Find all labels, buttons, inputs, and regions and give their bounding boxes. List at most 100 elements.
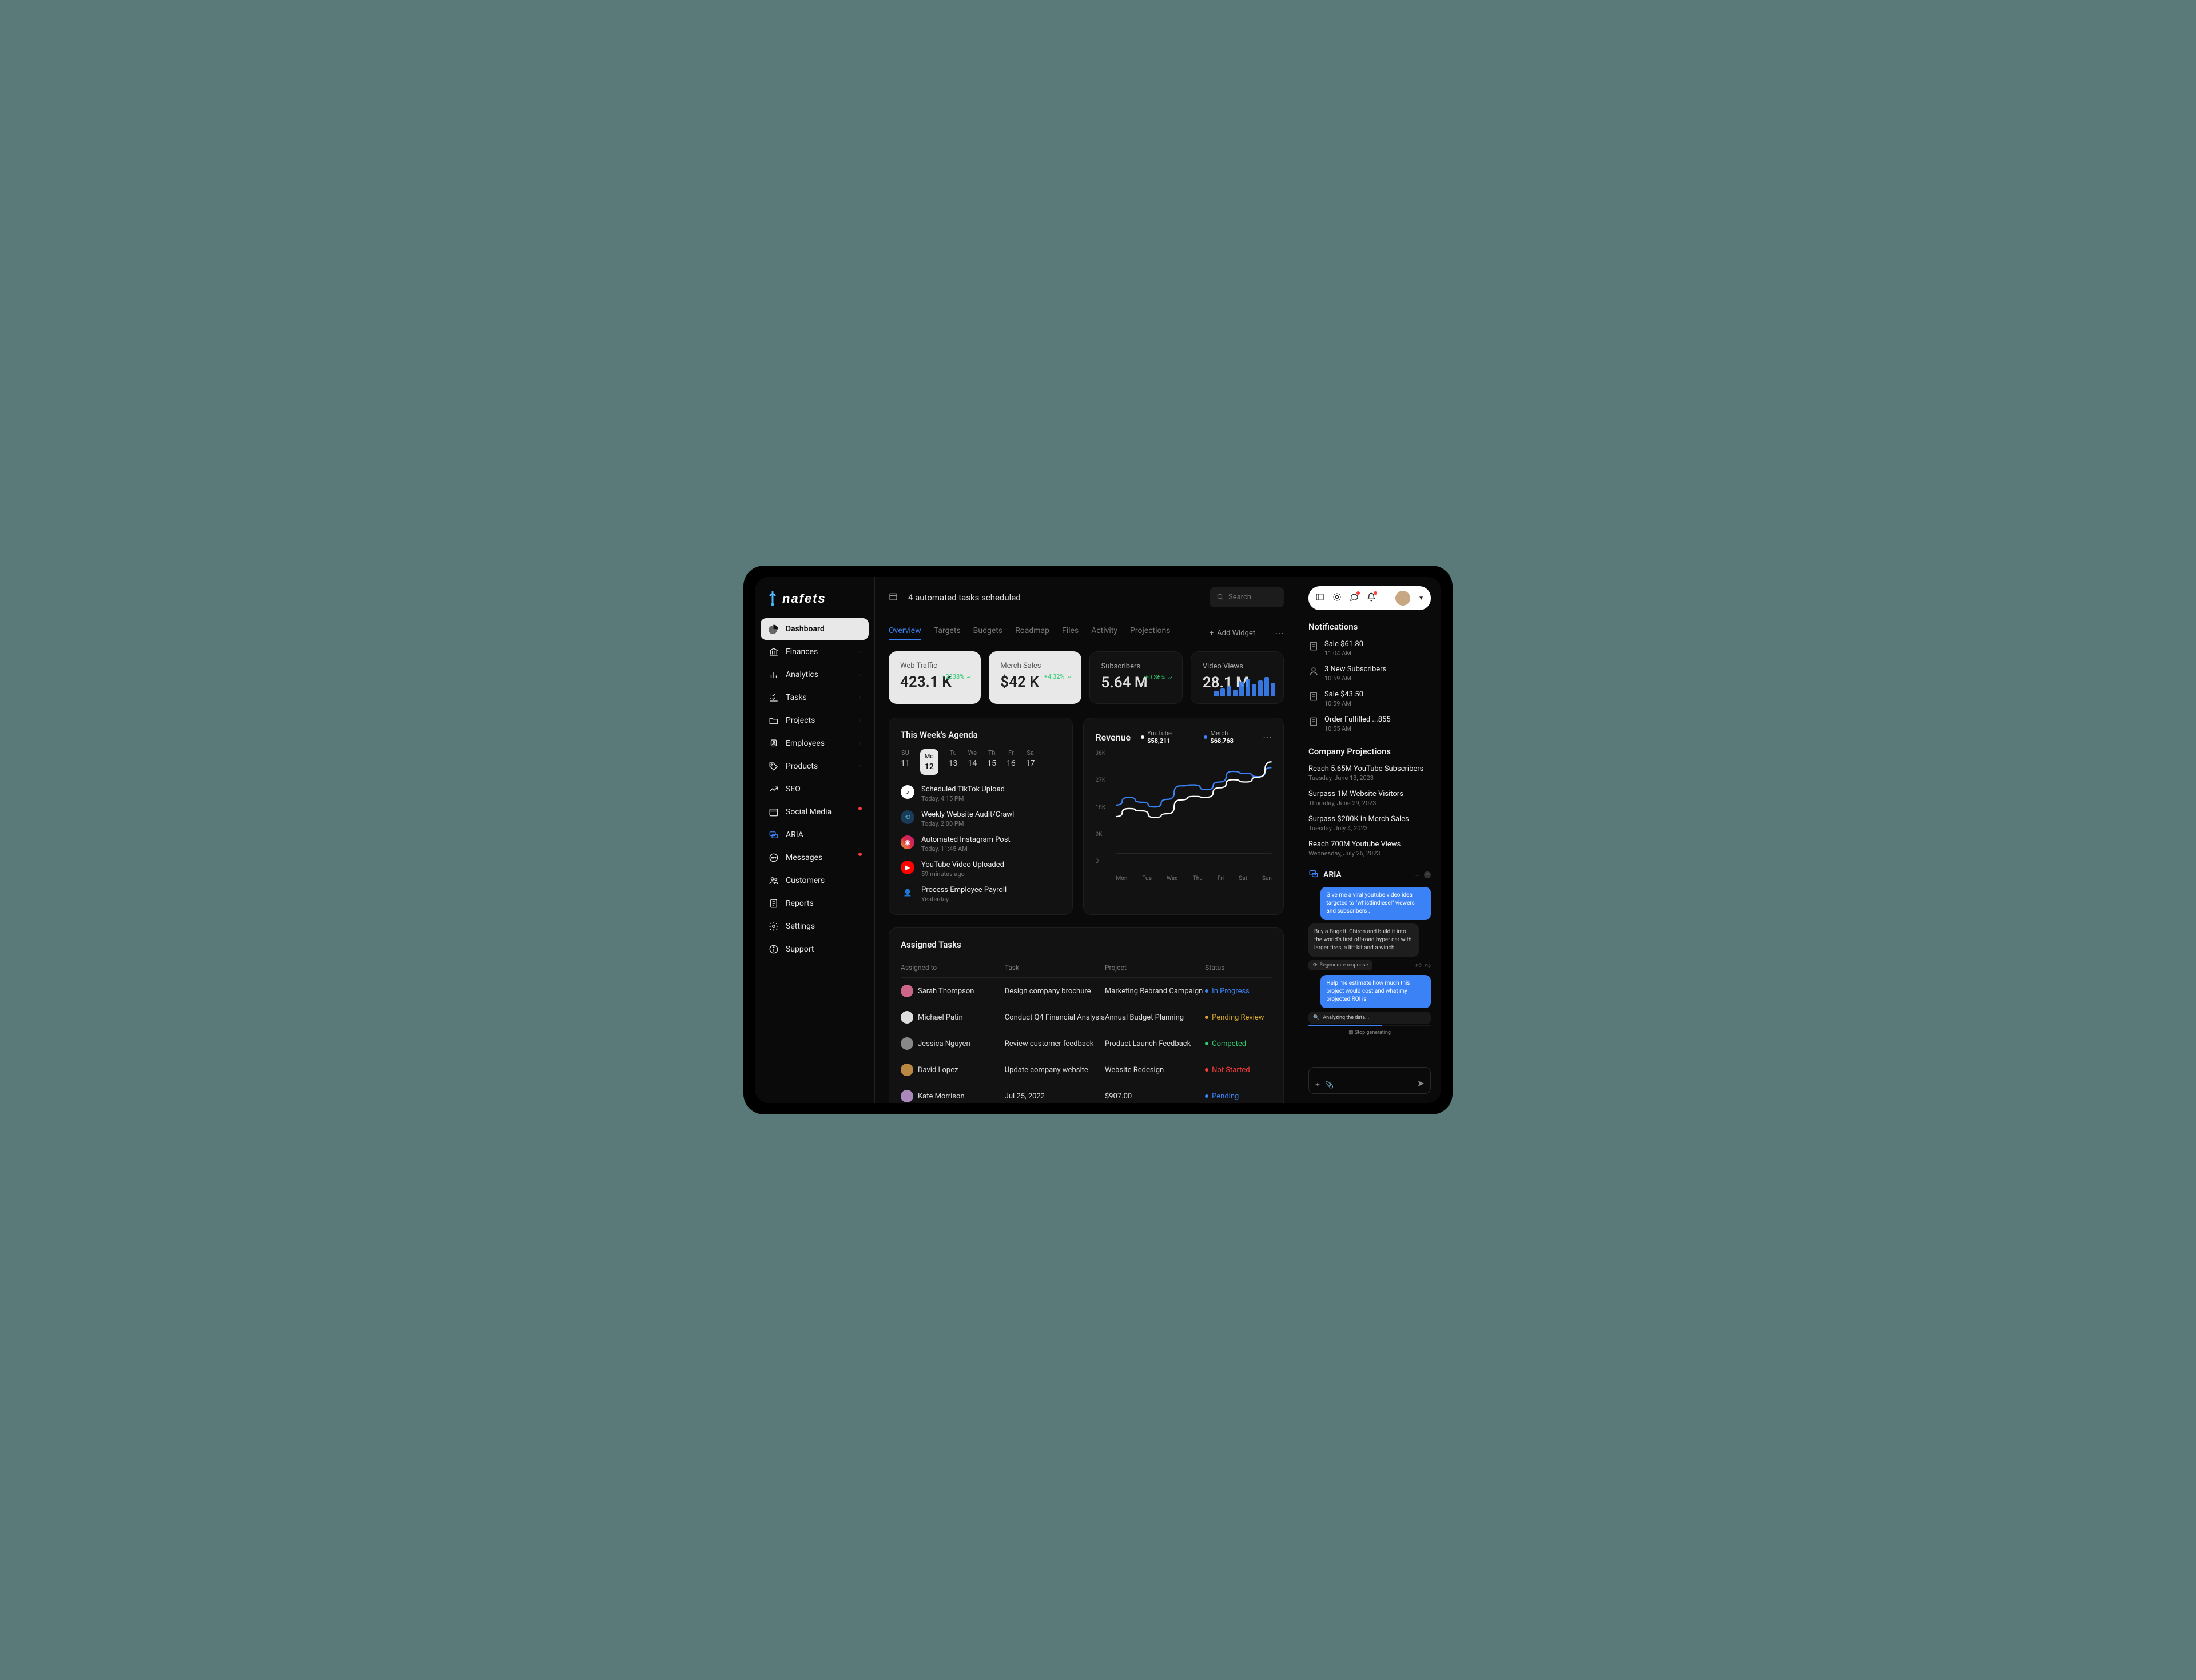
sidebar-item-aria[interactable]: ARIA <box>761 824 869 846</box>
sidebar-item-tasks[interactable]: Tasks › <box>761 687 869 708</box>
tab-files[interactable]: Files <box>1062 626 1079 640</box>
chevron-right-icon: › <box>859 695 861 701</box>
table-row[interactable]: Sarah Thompson Design company brochure M… <box>901 978 1272 1004</box>
payroll-icon: 👤 <box>901 886 914 899</box>
sidebar-item-analytics[interactable]: Analytics› <box>761 664 869 686</box>
aria-more-icon[interactable]: ⋯ <box>1413 871 1419 879</box>
chat-input[interactable]: ✦ 📎 ➤ <box>1308 1067 1431 1094</box>
table-row[interactable]: Michael Patin Conduct Q4 Financial Analy… <box>901 1004 1272 1030</box>
table-row[interactable]: Jessica Nguyen Review customer feedback … <box>901 1030 1272 1057</box>
revenue-chart: 36K27K18K9K0 MonTueWedThuFriSatSun <box>1095 750 1272 882</box>
bank-icon <box>769 647 779 657</box>
tab-overview[interactable]: Overview <box>889 626 921 640</box>
sidebar-item-seo[interactable]: SEO <box>761 778 869 800</box>
day-16[interactable]: Fr16 <box>1006 749 1016 775</box>
sidebar-item-reports[interactable]: Reports <box>761 893 869 914</box>
day-14[interactable]: We14 <box>968 749 977 775</box>
status-dot <box>1205 1068 1208 1072</box>
chat-icon <box>769 830 779 840</box>
sidebar-item-support[interactable]: Support <box>761 938 869 960</box>
aria-close-icon[interactable]: ✕ <box>1424 871 1431 878</box>
thumbs-up-icon[interactable]: 👍︎ <box>1415 962 1421 969</box>
nav-label: Employees <box>786 739 825 748</box>
stat-card-video-views[interactable]: Video Views28.1 M <box>1191 651 1284 704</box>
stat-change: +2338% <box>942 673 972 680</box>
sidebar-item-customers[interactable]: Customers <box>761 870 869 891</box>
user-message: Help me estimate how much this project w… <box>1320 975 1431 1008</box>
regenerate-button[interactable]: ⟳ Regenerate response <box>1308 960 1372 970</box>
sidebar-item-finances[interactable]: Finances› <box>761 641 869 663</box>
legend-item: Merch $68,768 <box>1204 730 1252 745</box>
agenda-item[interactable]: ◉Automated Instagram PostToday, 11:45 AM <box>901 835 1061 853</box>
agenda-item[interactable]: ▶YouTube Video Uploaded59 minutes ago <box>901 861 1061 878</box>
search-input[interactable] <box>1228 593 1277 602</box>
agenda-item[interactable]: 👤Process Employee PayrollYesterday <box>901 886 1061 903</box>
notifications-icon[interactable] <box>1367 592 1376 604</box>
messages-icon[interactable] <box>1350 592 1359 604</box>
agenda-panel: This Week's Agenda SU11Mo12Tu13We14Th15F… <box>889 718 1073 915</box>
more-icon[interactable]: ⋯ <box>1275 628 1284 639</box>
sidebar-item-social-media[interactable]: Social Media <box>761 801 869 823</box>
chevron-right-icon: › <box>859 718 861 724</box>
nav-label: SEO <box>786 785 801 794</box>
table-row[interactable]: Kate Morrison Jul 25, 2022 $907.00 Pendi… <box>901 1083 1272 1103</box>
projection-item[interactable]: Surpass $200K in Merch SalesTuesday, Jul… <box>1308 815 1431 832</box>
tab-roadmap[interactable]: Roadmap <box>1015 626 1049 640</box>
theme-toggle-icon[interactable] <box>1332 592 1342 604</box>
notification-item[interactable]: Sale $43.5010:59 AM <box>1308 690 1431 707</box>
stop-generating-button[interactable]: ▦ Stop generating <box>1308 1030 1431 1036</box>
report-icon <box>769 898 779 909</box>
add-widget-button[interactable]: + Add Widget <box>1210 629 1255 638</box>
table-row[interactable]: David Lopez Update company website Websi… <box>901 1057 1272 1083</box>
trend-icon <box>769 784 779 794</box>
sidebar-item-products[interactable]: Products› <box>761 755 869 777</box>
crawl-icon: ⟲ <box>901 810 914 824</box>
projection-item[interactable]: Surpass 1M Website VisitorsThursday, Jun… <box>1308 790 1431 807</box>
brand-logo: nafets <box>761 586 869 618</box>
status-dot <box>1205 1016 1208 1019</box>
revenue-more-icon[interactable]: ⋯ <box>1263 732 1272 743</box>
col-header: Status <box>1205 964 1272 972</box>
attach-icon[interactable]: 📎 <box>1325 1081 1334 1089</box>
chat-icon <box>1308 869 1319 881</box>
day-12[interactable]: Mo12 <box>920 749 938 775</box>
notification-item[interactable]: Order Fulfilled ...85510:55 AM <box>1308 715 1431 732</box>
avatar <box>901 1064 913 1076</box>
thumbs-down-icon[interactable]: 👎︎ <box>1425 962 1431 969</box>
projection-item[interactable]: Reach 5.65M YouTube SubscribersTuesday, … <box>1308 765 1431 782</box>
send-icon[interactable]: ➤ <box>1417 1078 1425 1089</box>
sidebar-item-employees[interactable]: Employees› <box>761 732 869 754</box>
nav-label: Tasks <box>786 693 807 702</box>
day-13[interactable]: Tu13 <box>949 749 958 775</box>
notification-item[interactable]: 3 New Subscribers10:59 AM <box>1308 665 1431 682</box>
day-15[interactable]: Th15 <box>987 749 996 775</box>
aria-title: ARIA <box>1323 870 1342 879</box>
stat-card-web-traffic[interactable]: Web Traffic423.1 K+2338% <box>889 651 981 704</box>
tab-budgets[interactable]: Budgets <box>973 626 1002 640</box>
user-avatar[interactable] <box>1395 591 1410 606</box>
sidebar-toggle-icon[interactable] <box>1315 592 1324 604</box>
agenda-item[interactable]: ⟲Weekly Website Audit/CrawlToday, 2:00 P… <box>901 810 1061 827</box>
projection-item[interactable]: Reach 700M Youtube ViewsWednesday, July … <box>1308 840 1431 857</box>
revenue-panel: Revenue YouTube $58,211Merch $68,768 ⋯ 3… <box>1083 718 1284 915</box>
stat-card-subscribers[interactable]: Subscribers5.64 M+0.36% <box>1089 651 1183 704</box>
tab-activity[interactable]: Activity <box>1091 626 1117 640</box>
user-message: Give me a viral youtube video idea targe… <box>1320 887 1431 920</box>
sidebar-item-settings[interactable]: Settings <box>761 915 869 937</box>
wand-icon[interactable]: ✦ <box>1315 1081 1320 1089</box>
sidebar-item-messages[interactable]: Messages <box>761 847 869 869</box>
notification-item[interactable]: Sale $61.8011:04 AM <box>1308 640 1431 657</box>
day-11[interactable]: SU11 <box>901 749 910 775</box>
stat-label: Video Views <box>1203 662 1272 671</box>
tab-projections[interactable]: Projections <box>1130 626 1170 640</box>
search-input-wrapper[interactable] <box>1210 587 1284 607</box>
tab-targets[interactable]: Targets <box>934 626 961 640</box>
chevron-down-icon[interactable]: ▼ <box>1418 595 1424 602</box>
sidebar-item-dashboard[interactable]: Dashboard <box>761 618 869 640</box>
sidebar-item-projects[interactable]: Projects› <box>761 710 869 731</box>
nav: DashboardFinances›Analytics›Tasks›Projec… <box>761 618 869 960</box>
day-17[interactable]: Sa17 <box>1026 749 1035 775</box>
stat-card-merch-sales[interactable]: Merch Sales$42 K+4.32% <box>989 651 1081 704</box>
nav-label: Messages <box>786 853 822 862</box>
agenda-item[interactable]: ♪Scheduled TikTok UploadToday, 4:15 PM <box>901 785 1061 802</box>
